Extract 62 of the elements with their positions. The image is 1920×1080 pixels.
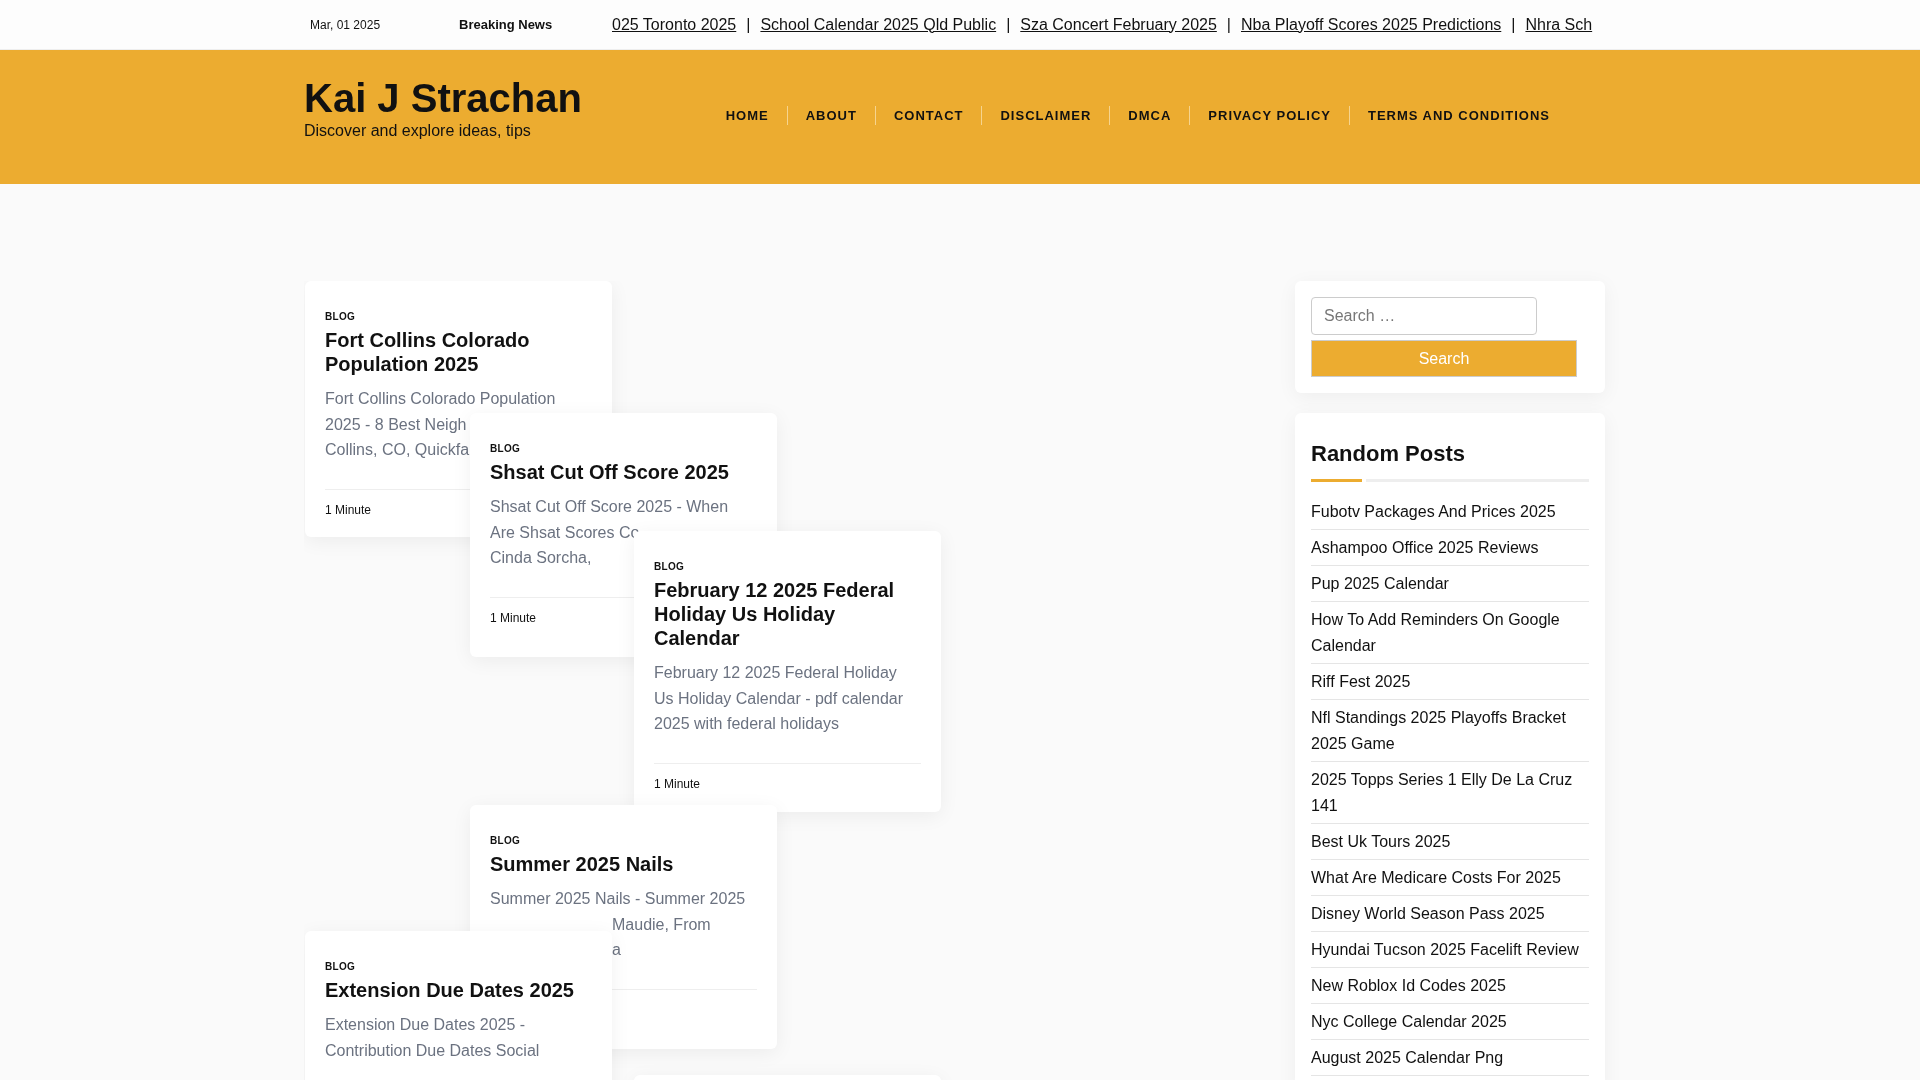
post-excerpt: Fort Collins Colorado Population [325, 389, 556, 409]
nav-link[interactable]: TERMS AND CONDITIONS [1348, 105, 1550, 125]
ticker-separator: | [1511, 15, 1516, 34]
random-post-link[interactable]: Pup 2025 Calendar [1311, 566, 1589, 602]
random-post-link[interactable]: Nfl Standings 2025 Playoffs Bracket 2025 Game [1311, 700, 1589, 762]
ticker-link[interactable]: School Calendar 2025 Qld Public [760, 15, 997, 34]
random-post-link[interactable]: Riff Fest 2025 [1311, 664, 1589, 700]
post-title[interactable]: Extension Due Dates 2025 [325, 978, 592, 1002]
post-title[interactable]: Shsat Cut Off Score 2025 [490, 460, 757, 484]
random-post-link[interactable]: Best Uk Tours 2025 [1311, 824, 1589, 860]
random-post-link[interactable]: August 2025 Calendar Png [1311, 1040, 1589, 1076]
post-excerpt: Cinda Sorcha, [490, 548, 592, 568]
post-excerpt: February 12 2025 Federal Holiday [654, 663, 897, 683]
random-post-link[interactable]: How To Add Reminders On Google Calendar [1311, 602, 1589, 664]
category-link[interactable]: BLOG [325, 961, 356, 972]
search-field[interactable]: Search … [1311, 297, 1537, 335]
date-text: Mar, 01 2025 [310, 17, 382, 32]
category-link[interactable]: BLOG [654, 561, 685, 572]
ticker-separator: | [1006, 15, 1011, 34]
random-post-link[interactable]: 2025 Topps Series 1 Elly De La Cruz 141 [1311, 762, 1589, 824]
category-link[interactable]: BLOG [490, 835, 521, 846]
nav-link[interactable]: DISCLAIMER [981, 105, 1110, 125]
site-tagline: Discover and explore ideas, tips [304, 122, 532, 140]
post-title[interactable]: Fort Collins Colorado Population 2025 [325, 328, 592, 376]
ticker-link[interactable]: Nba Playoff Scores 2025 Predictions [1241, 15, 1502, 34]
nav-link[interactable]: CONTACT [874, 105, 982, 125]
post-excerpt: 2025 with federal holidays [654, 714, 839, 734]
post-excerpt: Collins, CO, Quickfa [325, 440, 470, 460]
read-time: 1 Minute [490, 610, 537, 625]
post-excerpt: Us Holiday Calendar - pdf calendar [654, 688, 903, 709]
nav-link[interactable]: DMCA [1109, 105, 1190, 125]
post-excerpt: a [612, 940, 621, 960]
post-excerpt: Summer 2025 Nails - Summer 2025 [490, 889, 746, 909]
category-link[interactable]: BLOG [325, 311, 356, 322]
random-post-link[interactable]: Disney World Season Pass 2025 [1311, 896, 1589, 932]
random-post-link[interactable]: Hyundai Tucson 2025 Facelift Review [1311, 932, 1589, 968]
post-excerpt: 2025 - 8 Best Neigh [325, 414, 467, 435]
post-excerpt: Contribution Due Dates Social [325, 1040, 540, 1061]
read-time: 1 Minute [325, 502, 372, 517]
random-post-link[interactable]: New Roblox Id Codes 2025 [1311, 968, 1589, 1004]
ticker-link[interactable]: Nhra Sch [1525, 15, 1593, 34]
post-excerpt: Maudie, From [612, 914, 711, 935]
random-post-link[interactable]: What Are Medicare Costs For 2025 [1311, 860, 1589, 896]
ticker-separator: | [1226, 15, 1231, 34]
random-post-link[interactable]: Nyc College Calendar 2025 [1311, 1004, 1589, 1040]
breaking-news-label: Breaking News [459, 17, 554, 32]
nav-link[interactable]: HOME [707, 105, 787, 125]
ticker-separator: | [746, 15, 751, 34]
post-title[interactable]: Summer 2025 Nails [490, 852, 757, 876]
random-post-link[interactable]: Fubotv Packages And Prices 2025 [1311, 494, 1589, 530]
category-link[interactable]: BLOG [490, 443, 521, 454]
ticker-link[interactable]: Sza Concert February 2025 [1020, 15, 1217, 34]
post-title[interactable]: February 12 2025 Federal Holiday Us Holiday Calendar [654, 578, 921, 650]
nav-link[interactable]: ABOUT [786, 105, 875, 125]
random-post-link[interactable]: Ashampoo Office 2025 Reviews [1311, 530, 1589, 566]
ticker-link[interactable]: 025 Toronto 2025 [612, 15, 737, 34]
widget-title: Random Posts [1311, 441, 1467, 467]
post-excerpt: Shsat Cut Off Score 2025 - When [490, 497, 729, 517]
read-time: 1 Minute [654, 776, 701, 791]
site-title[interactable]: Kai J Strachan [304, 74, 582, 122]
post-excerpt: Extension Due Dates 2025 - [325, 1015, 526, 1035]
nav-link[interactable]: PRIVACY POLICY [1189, 105, 1349, 125]
